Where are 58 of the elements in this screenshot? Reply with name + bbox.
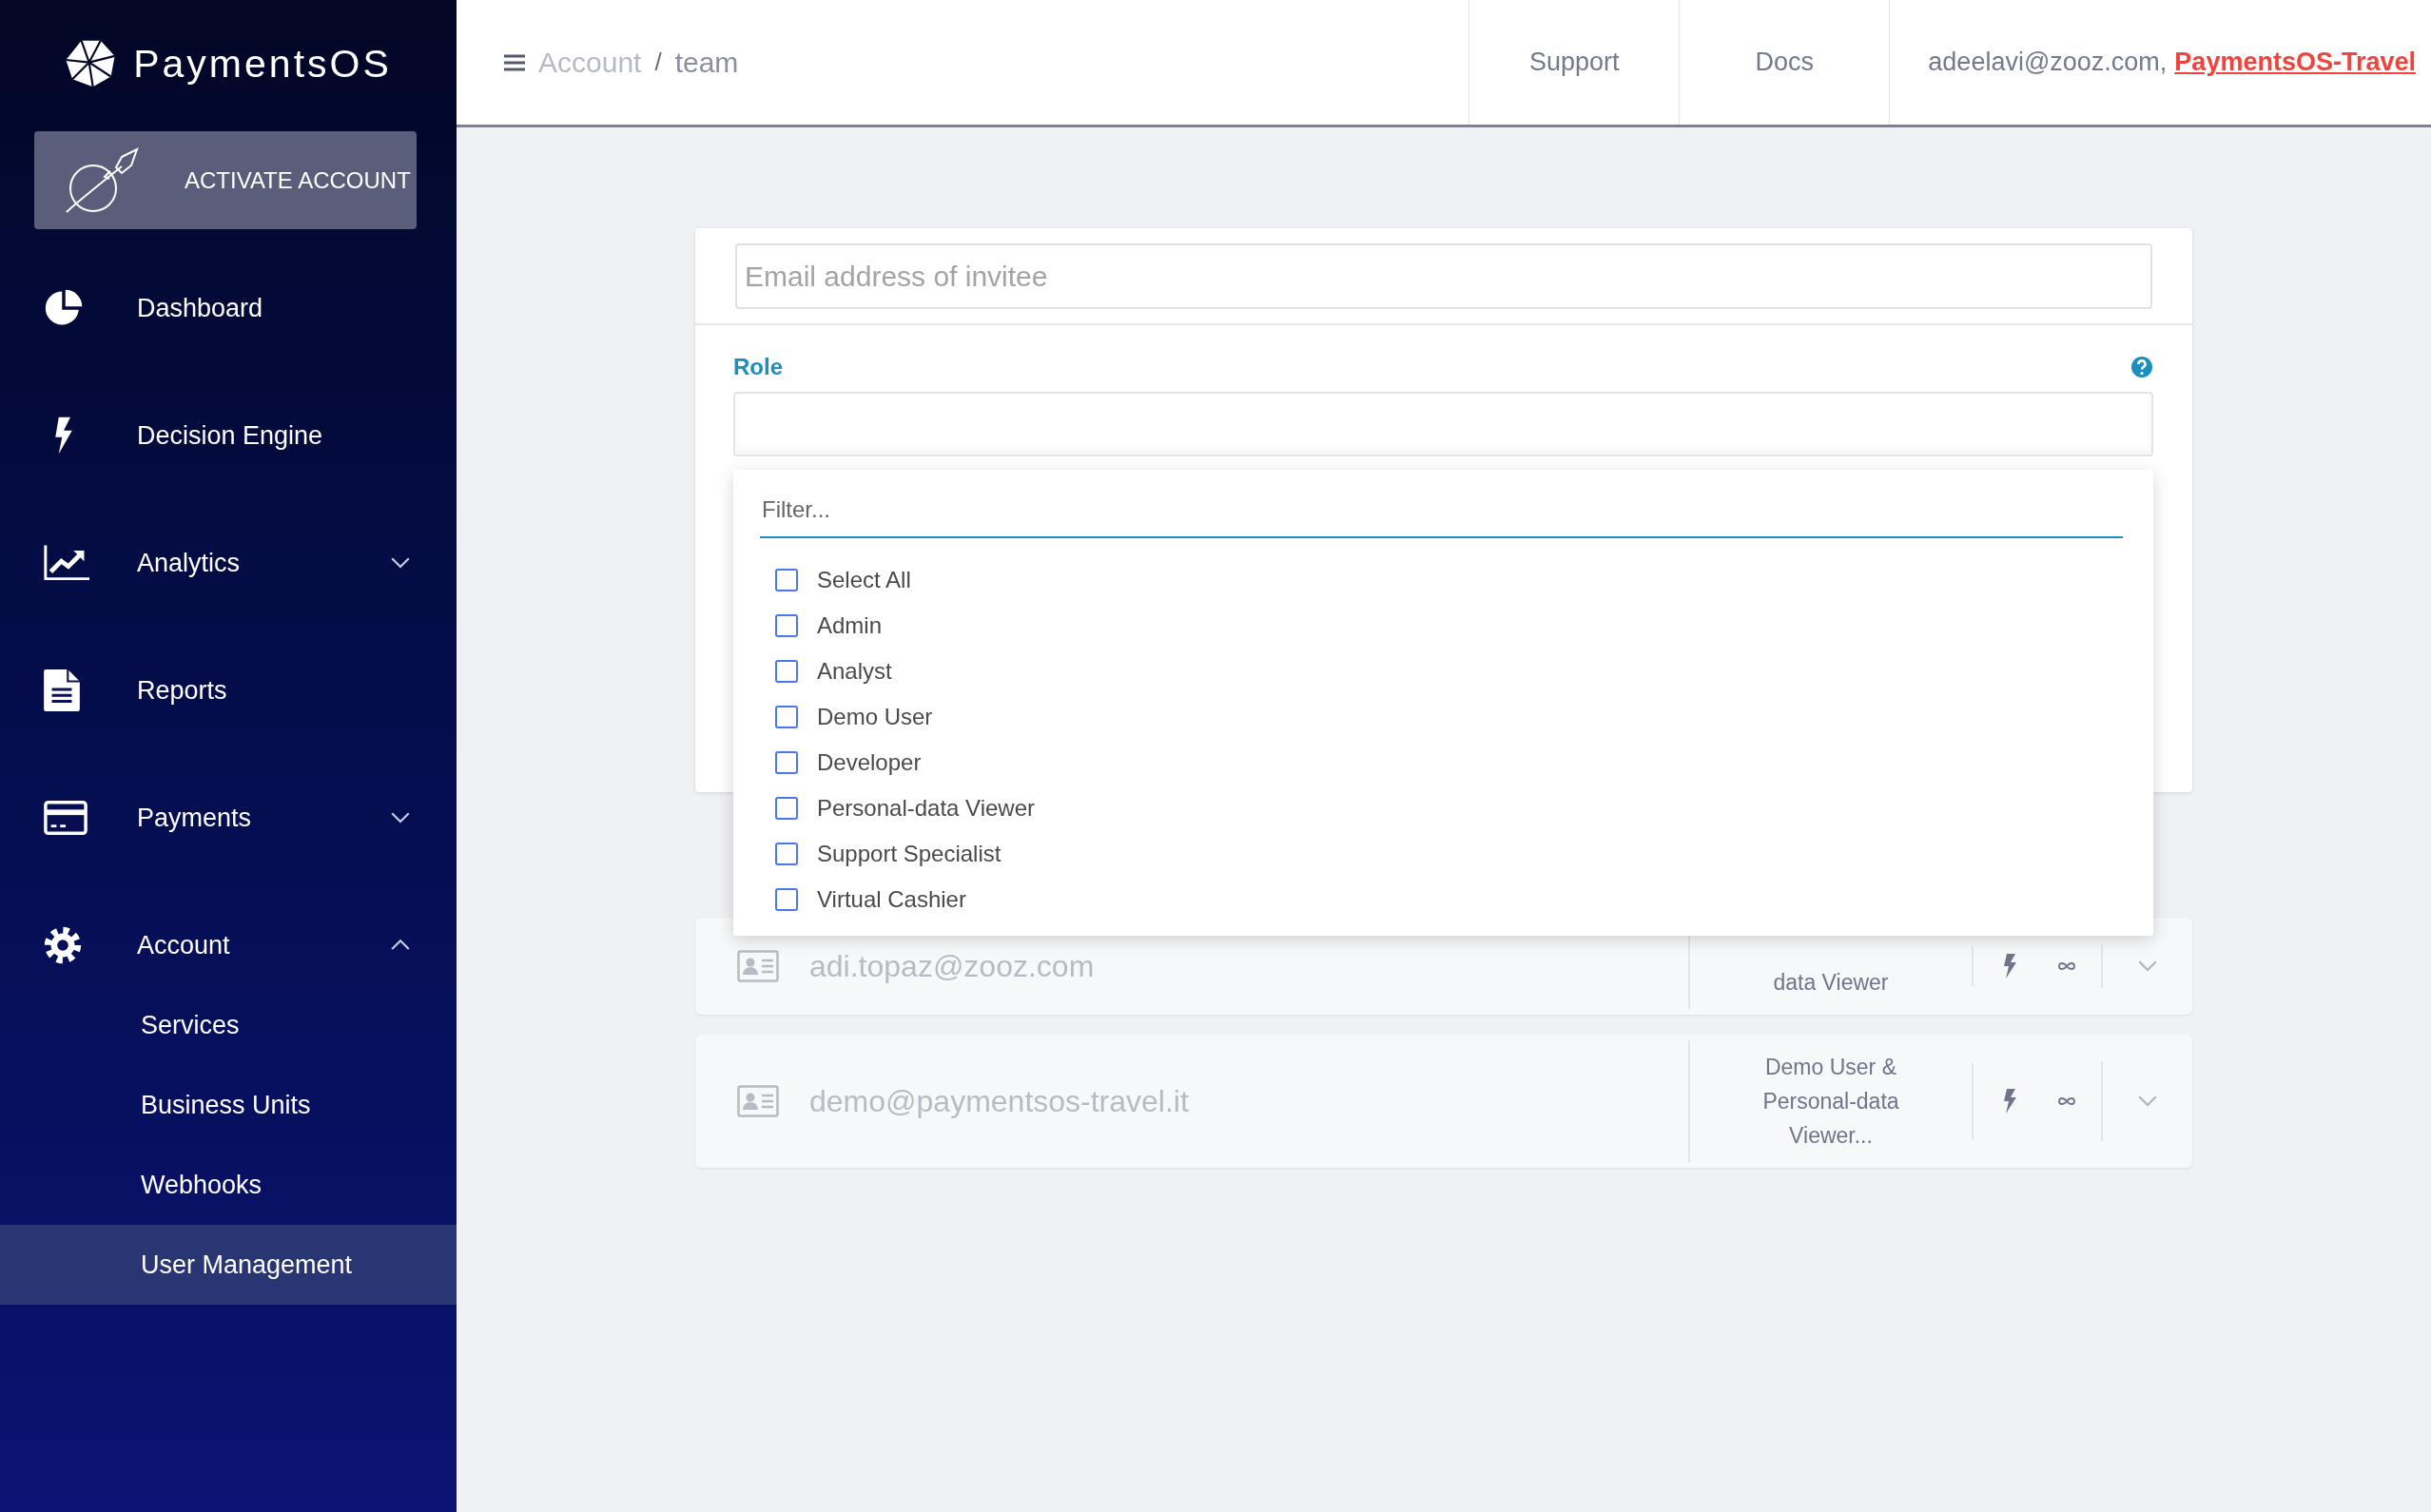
breadcrumb-separator: / — [654, 48, 662, 77]
nav-item[interactable]: Decision Engine — [0, 372, 457, 499]
checkbox[interactable] — [775, 751, 798, 774]
lightning-bolt-icon — [2002, 1089, 2017, 1114]
checkbox[interactable] — [775, 888, 798, 911]
email-input-field[interactable]: Email address of invitee — [735, 243, 2152, 309]
role-option[interactable]: Analyst — [760, 649, 2123, 694]
role-option[interactable]: Demo User — [760, 694, 2123, 740]
nav-item[interactable]: Reports — [0, 627, 457, 754]
menu-icon[interactable] — [504, 53, 525, 71]
user-email: adeelavi@zooz.com, — [1928, 48, 2168, 77]
nav-subitem[interactable]: Webhooks — [0, 1145, 457, 1225]
user-email: demo@paymentsos-travel.it — [809, 1083, 1189, 1119]
chevron-down-icon — [2137, 1095, 2158, 1108]
nav-item[interactable]: Payments — [0, 754, 457, 882]
role-label: Role — [733, 354, 783, 380]
user-email: adi.topaz@zooz.com — [809, 948, 1095, 984]
user-roles: data Viewer — [1772, 969, 1890, 997]
role-option[interactable]: Developer — [760, 740, 2123, 785]
role-option[interactable]: Support Specialist — [760, 831, 2123, 877]
account-link[interactable]: PaymentsOS-Travel — [2174, 48, 2416, 77]
role-option[interactable]: Personal-data Viewer — [760, 785, 2123, 831]
header-link[interactable]: Support — [1468, 0, 1680, 125]
brand-name: PaymentsOS — [133, 41, 392, 87]
help-icon[interactable] — [2130, 356, 2153, 378]
chevron-icon — [390, 811, 411, 824]
infinity-icon — [2057, 1096, 2076, 1106]
checkbox[interactable] — [775, 614, 798, 637]
nav-subitem[interactable]: Business Units — [0, 1065, 457, 1145]
header-link[interactable]: Docs — [1679, 0, 1890, 125]
role-option[interactable]: Admin — [760, 603, 2123, 649]
nav-item[interactable]: Analytics — [0, 499, 457, 627]
chevron-down-icon — [2137, 960, 2158, 973]
checkbox[interactable] — [775, 660, 798, 683]
role-option[interactable]: Virtual Cashier — [760, 877, 2123, 922]
id-card-icon — [737, 950, 779, 982]
breadcrumb-item: team — [674, 46, 739, 79]
id-card-icon — [737, 1085, 779, 1117]
chevron-icon — [390, 939, 411, 952]
line-chart-icon — [44, 545, 89, 581]
user-roles: Demo User & Personal-data Viewer... — [1761, 1054, 1900, 1150]
document-icon — [44, 669, 80, 711]
role-option[interactable]: Select All — [760, 557, 2123, 603]
checkbox[interactable] — [775, 843, 798, 865]
settings-icon — [44, 926, 82, 964]
credit-card-icon — [44, 800, 88, 836]
nav-item[interactable]: Dashboard — [0, 244, 457, 372]
logo-icon — [65, 39, 117, 88]
nav-subitem[interactable]: User Management — [0, 1225, 457, 1305]
checkbox[interactable] — [775, 797, 798, 820]
checkbox[interactable] — [775, 706, 798, 728]
activate-account-button[interactable]: ACTIVATE ACCOUNT — [34, 131, 417, 229]
checkbox[interactable] — [775, 569, 798, 591]
lightning-bolt-icon — [2002, 954, 2017, 979]
role-select-field[interactable] — [733, 392, 2153, 456]
infinity-icon — [2057, 961, 2076, 971]
rocket-planet-icon — [65, 146, 139, 214]
chevron-icon — [390, 556, 411, 570]
